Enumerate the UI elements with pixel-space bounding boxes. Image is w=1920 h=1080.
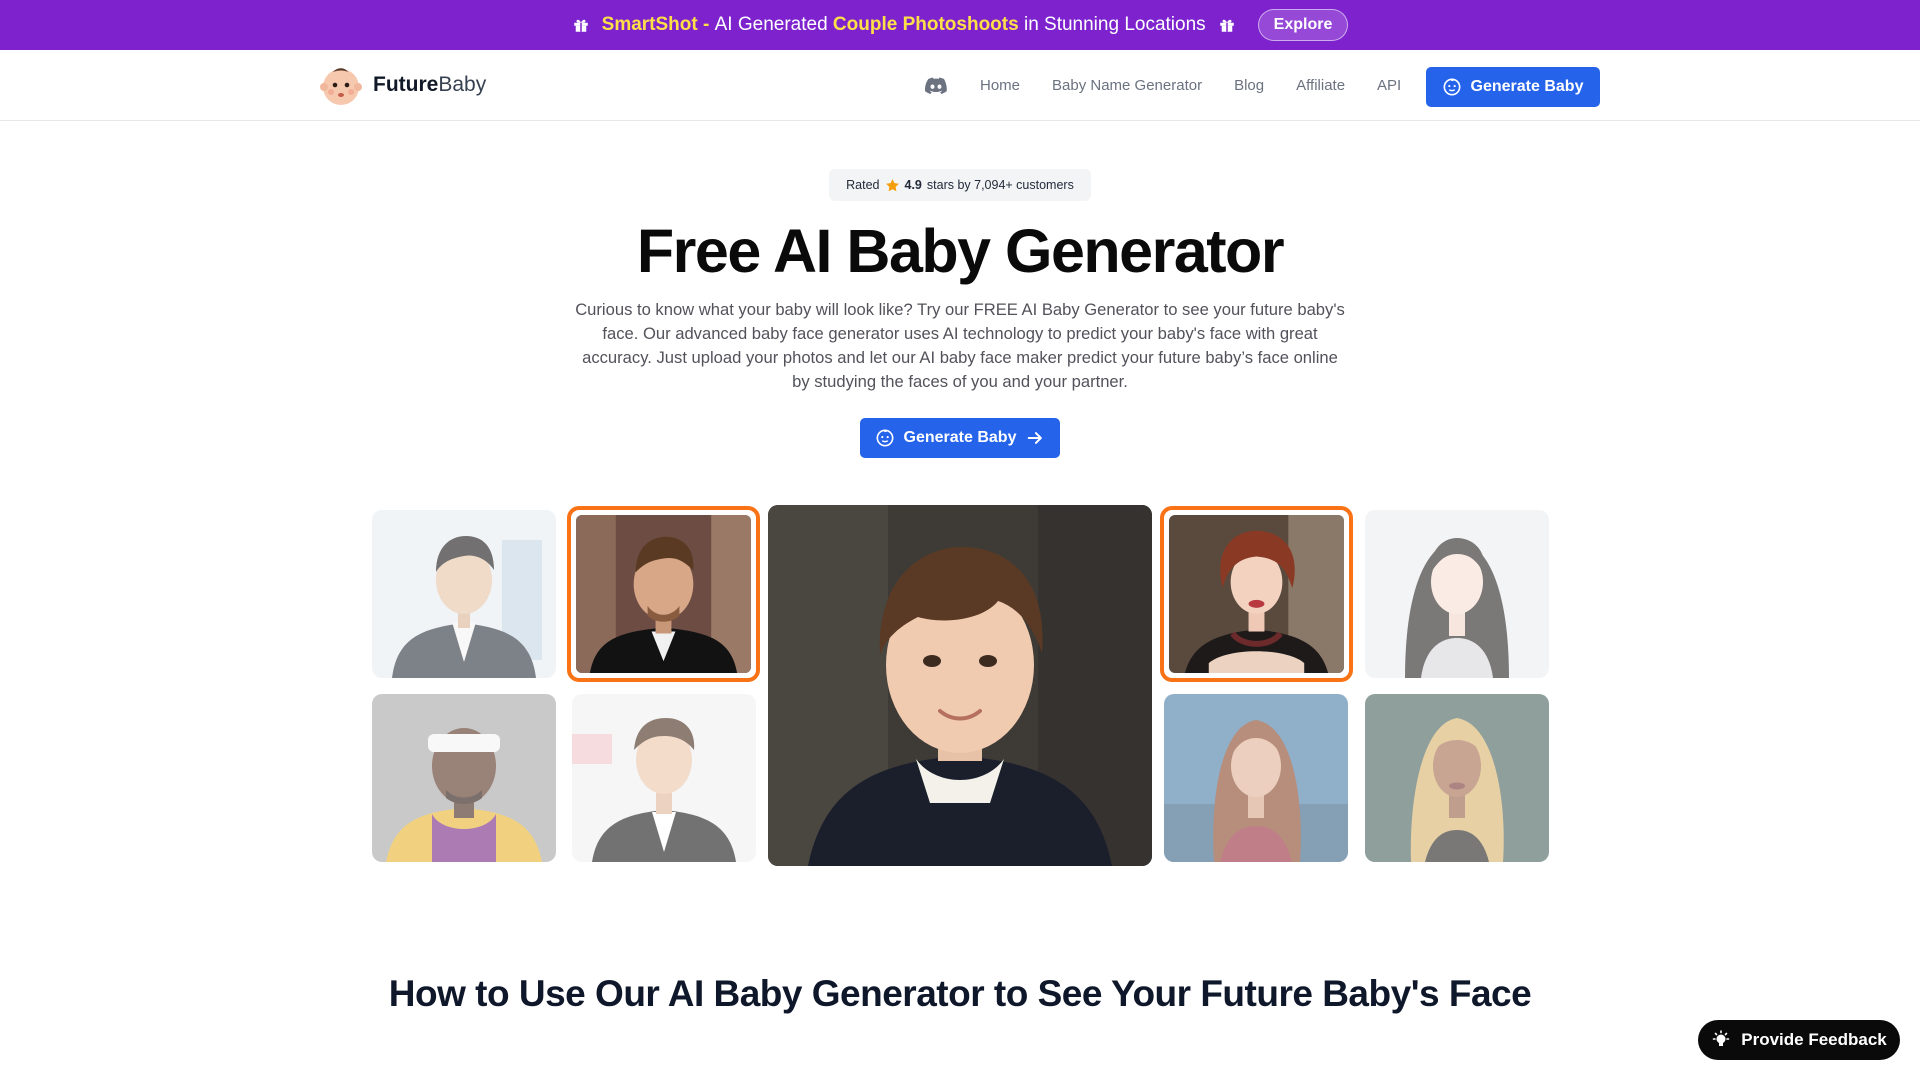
nav-link-blog[interactable]: Blog [1234,77,1264,94]
generate-baby-nav-label: Generate Baby [1470,78,1584,95]
logo-text: FutureBaby [373,73,486,97]
page-title: Free AI Baby Generator [636,217,1285,285]
discord-icon[interactable] [924,77,948,95]
parent-photo-4[interactable] [572,694,756,862]
rating-prefix: Rated [846,178,880,192]
parent-photo-2[interactable] [567,506,760,682]
logo-text-rest: Baby [438,73,487,96]
banner-highlight: Couple Photoshoots [832,14,1019,35]
logo-text-bold: Future [373,73,439,96]
parent-photo-5[interactable] [1160,506,1353,682]
baby-face-icon [1443,78,1461,96]
rating-suffix: stars by 7,094+ customers [926,178,1074,192]
banner-brand: SmartShot [601,14,698,35]
logo[interactable]: FutureBaby [319,63,486,107]
promo-banner[interactable]: SmartShot - AI Generated Couple Photosho… [0,0,1920,50]
arrow-right-icon [1026,429,1044,447]
explore-button[interactable]: Explore [1257,9,1349,41]
generated-baby-photo [768,505,1152,866]
nav-link-api[interactable]: API [1377,77,1401,94]
nav-link-affiliate[interactable]: Affiliate [1296,77,1345,94]
banner-text-b: in Stunning Locations [1018,14,1206,35]
parent-photo-7[interactable] [1164,694,1348,862]
parent-photo-1[interactable] [372,510,556,678]
generate-baby-hero-label: Generate Baby [903,429,1017,446]
generate-baby-hero-button[interactable]: Generate Baby [860,418,1060,458]
parent-photo-3[interactable] [372,694,556,862]
rating-badge: Rated 4.9 stars by 7,094+ customers [829,169,1091,201]
gift-icon [572,16,590,34]
parent-photo-6[interactable] [1365,510,1549,678]
provide-feedback-button[interactable]: Provide Feedback [1698,1020,1900,1060]
baby-logo-icon [320,68,362,105]
rating-value: 4.9 [904,178,922,192]
nav-link-baby-name-generator[interactable]: Baby Name Generator [1052,77,1202,94]
nav-link-home[interactable]: Home [980,77,1020,94]
top-navigation: FutureBaby Home Baby Name Generator Blog… [0,50,1920,121]
banner-text: SmartShot - AI Generated Couple Photosho… [602,14,1206,36]
baby-face-icon [876,429,894,447]
parent-photo-8[interactable] [1365,694,1549,862]
lightbulb-icon [1711,1030,1731,1050]
provide-feedback-label: Provide Feedback [1741,1030,1887,1049]
hero-description: Curious to know what your baby will look… [575,300,1345,391]
generate-baby-nav-button[interactable]: Generate Baby [1426,67,1600,107]
banner-text-a: AI Generated [714,14,833,35]
banner-separator: - [697,14,715,35]
how-to-section-title: How to Use Our AI Baby Generator to See … [388,973,1532,1014]
star-icon [885,178,900,193]
nav-links: Home Baby Name Generator Blog Affiliate … [924,50,1401,121]
gift-icon [1218,16,1236,34]
